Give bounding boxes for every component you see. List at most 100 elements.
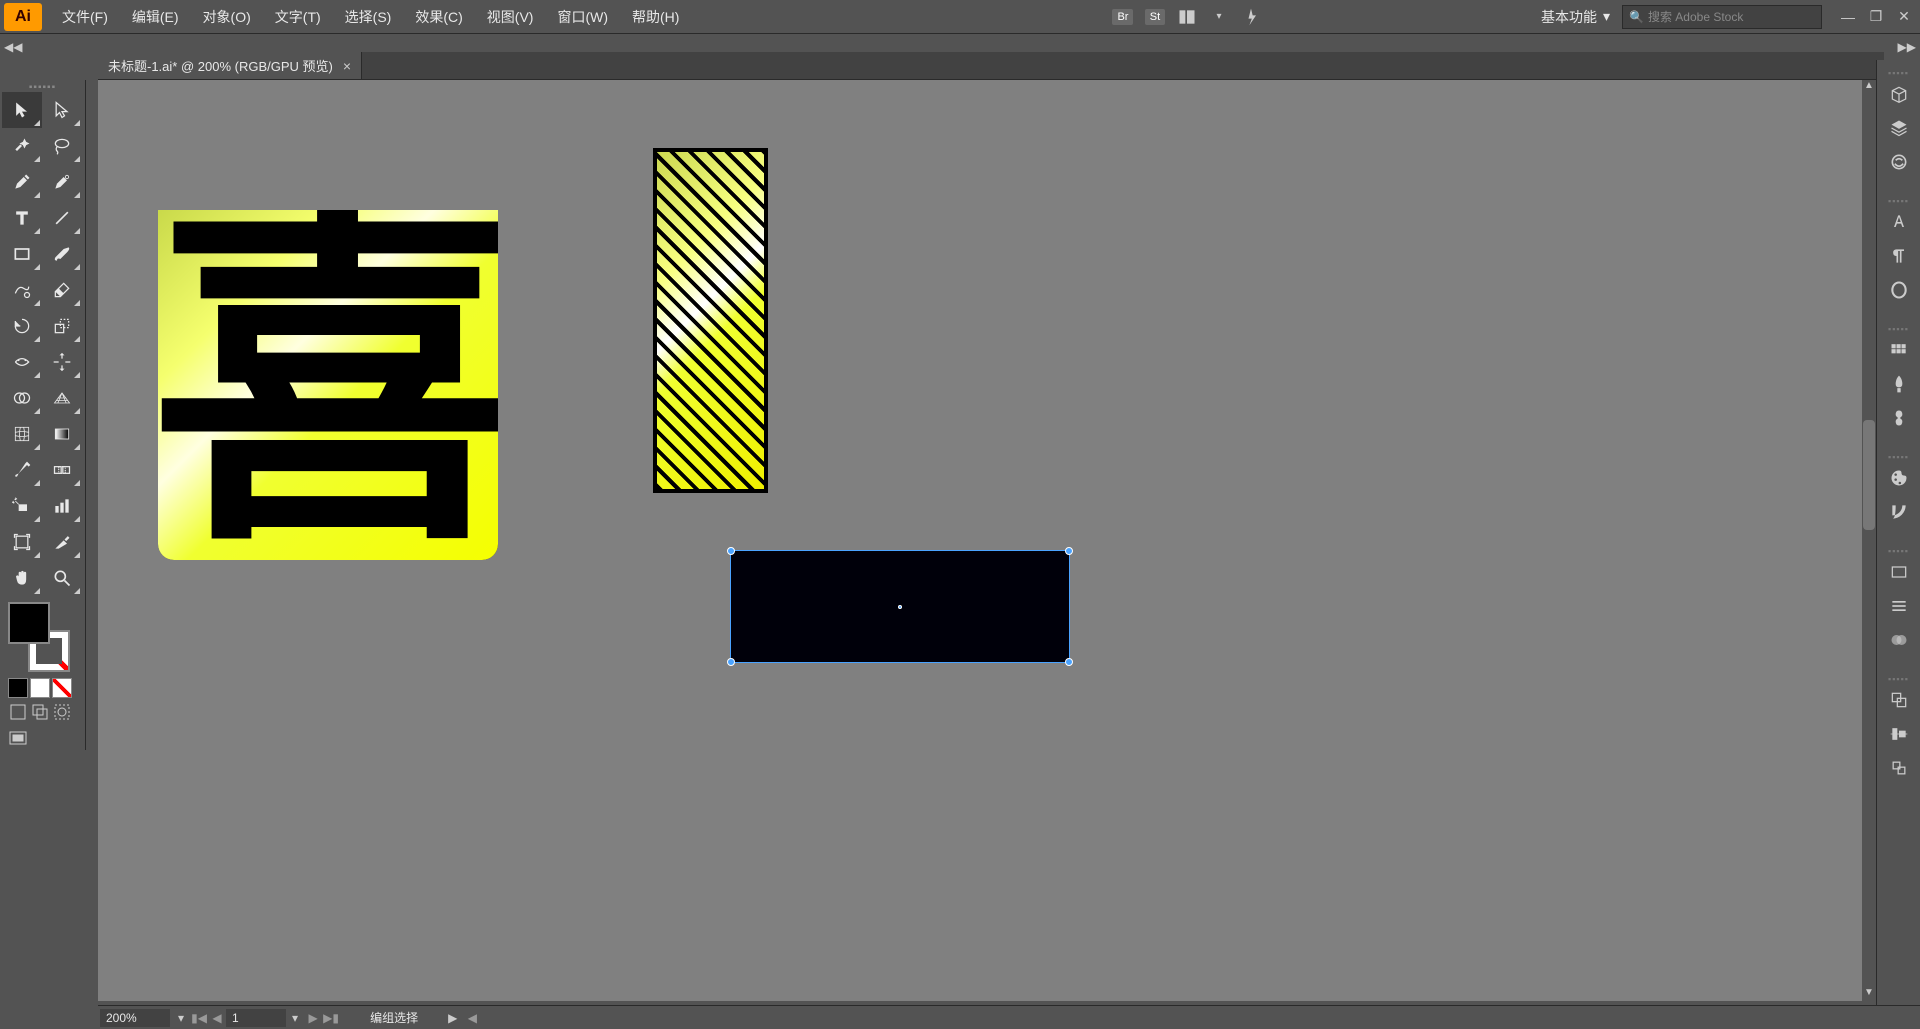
next-artboard-icon[interactable]: ▶ xyxy=(304,1011,322,1025)
artboard-dropdown-icon[interactable]: ▾ xyxy=(286,1011,304,1025)
rotate-tool[interactable] xyxy=(2,308,42,344)
properties-panel-icon[interactable] xyxy=(1883,80,1915,108)
direct-selection-tool[interactable] xyxy=(42,92,82,128)
lasso-tool[interactable] xyxy=(42,128,82,164)
none-mode-swatch[interactable] xyxy=(52,678,72,698)
zoom-tool[interactable] xyxy=(42,560,82,596)
free-transform-tool[interactable] xyxy=(42,344,82,380)
rectangle-tool[interactable] xyxy=(2,236,42,272)
selected-rectangle[interactable] xyxy=(730,550,1070,663)
screen-mode-icon[interactable] xyxy=(8,728,28,748)
gradient-tool[interactable] xyxy=(42,416,82,452)
appearance-panel-icon[interactable] xyxy=(1883,558,1915,586)
character-panel-icon[interactable] xyxy=(1883,208,1915,236)
magic-wand-tool[interactable] xyxy=(2,128,42,164)
panel-grip[interactable]: ▪▪▪▪▪ xyxy=(1888,196,1909,202)
align-panel-icon[interactable] xyxy=(1883,720,1915,748)
arrange-dropdown-icon[interactable]: ▾ xyxy=(1205,5,1233,29)
panel-grip[interactable]: ▪▪▪▪▪ xyxy=(1888,452,1909,458)
close-button[interactable]: ✕ xyxy=(1892,8,1916,26)
search-input[interactable]: 🔍 搜索 Adobe Stock xyxy=(1622,5,1822,29)
symbol-sprayer-tool[interactable] xyxy=(2,488,42,524)
selection-handle[interactable] xyxy=(1065,547,1073,555)
type-tool[interactable] xyxy=(2,200,42,236)
panel-grip[interactable]: ▪▪▪▪▪ xyxy=(1888,324,1909,330)
symbols-panel-icon[interactable] xyxy=(1883,404,1915,432)
stock-icon[interactable]: St xyxy=(1141,5,1169,29)
draw-behind-icon[interactable] xyxy=(30,702,50,722)
color-guide-panel-icon[interactable] xyxy=(1883,498,1915,526)
stroke-panel-icon[interactable] xyxy=(1883,592,1915,620)
scrollbar-thumb[interactable] xyxy=(1863,420,1875,530)
restore-button[interactable]: ❐ xyxy=(1864,8,1888,26)
color-panel-icon[interactable] xyxy=(1883,464,1915,492)
fill-stroke-control[interactable] xyxy=(8,602,78,672)
artboard-input[interactable]: 1 xyxy=(226,1009,286,1027)
selection-handle[interactable] xyxy=(727,547,735,555)
selection-handle[interactable] xyxy=(727,658,735,666)
workspace-switcher[interactable]: 基本功能▾ xyxy=(1533,3,1618,31)
slice-tool[interactable] xyxy=(42,524,82,560)
scale-tool[interactable] xyxy=(42,308,82,344)
menu-window[interactable]: 窗口(W) xyxy=(545,3,620,31)
paintbrush-tool[interactable] xyxy=(42,236,82,272)
swatches-panel-icon[interactable] xyxy=(1883,336,1915,364)
status-menu-icon[interactable]: ▶ xyxy=(448,1011,457,1025)
prev-artboard-icon[interactable]: ◀ xyxy=(208,1011,226,1025)
menu-object[interactable]: 对象(O) xyxy=(191,3,263,31)
draw-inside-icon[interactable] xyxy=(52,702,72,722)
transparency-panel-icon[interactable] xyxy=(1883,626,1915,654)
selection-tool[interactable] xyxy=(2,92,42,128)
eyedropper-tool[interactable] xyxy=(2,452,42,488)
curvature-tool[interactable] xyxy=(42,164,82,200)
document-tab[interactable]: 未标题-1.ai* @ 200% (RGB/GPU 预览) × xyxy=(98,52,362,79)
menu-type[interactable]: 文字(T) xyxy=(263,3,333,31)
selection-handle[interactable] xyxy=(1065,658,1073,666)
transform-panel-icon[interactable] xyxy=(1883,754,1915,782)
shaper-tool[interactable] xyxy=(2,272,42,308)
bridge-icon[interactable]: Br xyxy=(1109,5,1137,29)
width-tool[interactable] xyxy=(2,344,42,380)
artboard-tool[interactable] xyxy=(2,524,42,560)
pathfinder-panel-icon[interactable] xyxy=(1883,686,1915,714)
line-tool[interactable] xyxy=(42,200,82,236)
color-mode-swatch[interactable] xyxy=(8,678,28,698)
column-graph-tool[interactable] xyxy=(42,488,82,524)
draw-normal-icon[interactable] xyxy=(8,702,28,722)
shape-builder-tool[interactable] xyxy=(2,380,42,416)
last-artboard-icon[interactable]: ▶▮ xyxy=(322,1011,340,1025)
hand-tool[interactable] xyxy=(2,560,42,596)
scroll-down-icon[interactable]: ▼ xyxy=(1862,987,1876,1001)
mesh-tool[interactable] xyxy=(2,416,42,452)
fill-swatch[interactable] xyxy=(8,602,50,644)
minimize-button[interactable]: — xyxy=(1836,8,1860,26)
tab-close-icon[interactable]: × xyxy=(343,58,351,74)
panel-grip[interactable]: ▪▪▪▪▪ xyxy=(1888,546,1909,552)
collapse-left-icon[interactable]: ◀◀ xyxy=(4,40,22,54)
brushes-panel-icon[interactable] xyxy=(1883,370,1915,398)
blend-tool[interactable] xyxy=(42,452,82,488)
menu-file[interactable]: 文件(F) xyxy=(50,3,120,31)
canvas[interactable]: 喜 xyxy=(98,80,1862,1001)
artwork-xi[interactable]: 喜 xyxy=(158,210,498,560)
pen-tool[interactable] xyxy=(2,164,42,200)
menu-edit[interactable]: 编辑(E) xyxy=(120,3,191,31)
layers-panel-icon[interactable] xyxy=(1883,114,1915,142)
hscroll-left-icon[interactable]: ◀ xyxy=(463,1011,481,1025)
panel-grip[interactable]: ▪▪▪▪▪ xyxy=(1888,674,1909,680)
scroll-up-icon[interactable]: ▲ xyxy=(1862,80,1876,94)
libraries-panel-icon[interactable] xyxy=(1883,148,1915,176)
opentype-panel-icon[interactable] xyxy=(1883,276,1915,304)
perspective-grid-tool[interactable] xyxy=(42,380,82,416)
arrange-documents-icon[interactable] xyxy=(1173,5,1201,29)
menu-effect[interactable]: 效果(C) xyxy=(403,3,474,31)
artwork-hatched-rect[interactable] xyxy=(653,148,768,493)
panel-grip[interactable]: ▪▪▪▪▪▪ xyxy=(2,82,83,92)
paragraph-panel-icon[interactable] xyxy=(1883,242,1915,270)
menu-view[interactable]: 视图(V) xyxy=(475,3,546,31)
first-artboard-icon[interactable]: ▮◀ xyxy=(190,1011,208,1025)
gpu-icon[interactable] xyxy=(1237,5,1265,29)
selection-center[interactable] xyxy=(898,605,902,609)
menu-help[interactable]: 帮助(H) xyxy=(620,3,691,31)
collapse-right-icon[interactable]: ▶▶ xyxy=(1898,40,1916,54)
